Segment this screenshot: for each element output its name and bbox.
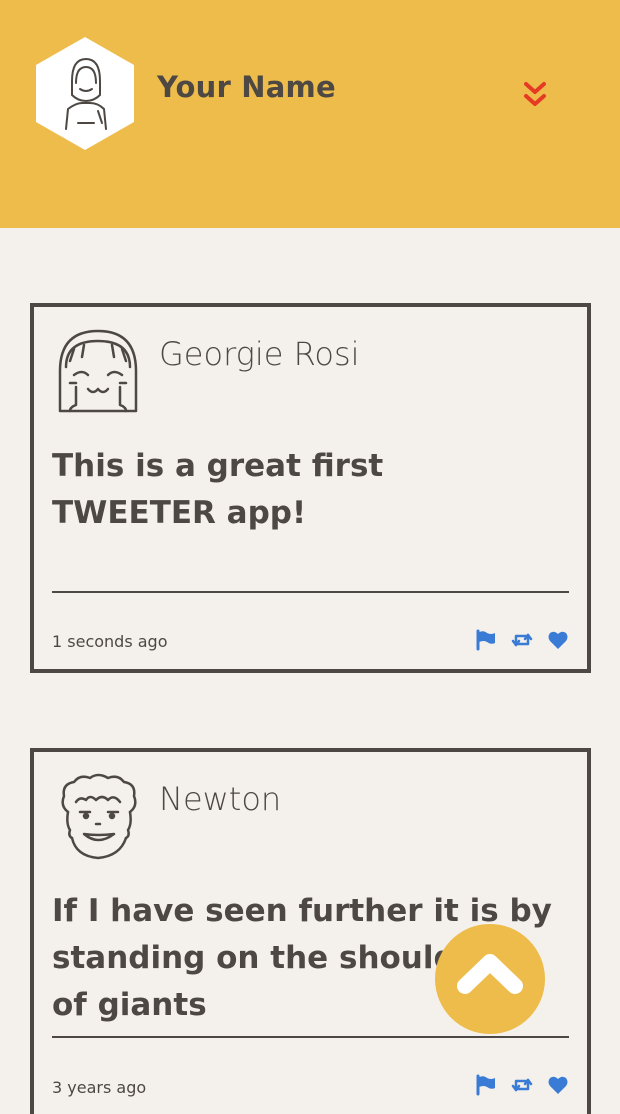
profile-name: Your Name: [157, 70, 336, 104]
girl-avatar-icon: [58, 329, 138, 413]
flag-icon[interactable]: [475, 629, 497, 651]
tweet-card: Georgie Rosi This is a great first TWEET…: [30, 303, 591, 673]
tweet-divider: [52, 1036, 569, 1038]
scroll-to-top-button[interactable]: [435, 924, 545, 1034]
tweet-time: 3 years ago: [52, 1078, 147, 1097]
tweet-divider: [52, 591, 569, 593]
tweet-text: This is a great first TWEETER app!: [52, 448, 384, 531]
tweet-author: Georgie Rosi: [159, 335, 360, 373]
retweet-icon[interactable]: [511, 629, 533, 651]
curly-hair-avatar-icon: [61, 773, 137, 860]
tweet-actions: [475, 1074, 569, 1096]
tweet-actions: [475, 629, 569, 651]
retweet-icon[interactable]: [511, 1074, 533, 1096]
profile-header: Your Name: [0, 0, 620, 228]
tweet-author: Newton: [159, 780, 282, 818]
user-avatar-icon: [36, 37, 134, 150]
flag-icon[interactable]: [475, 1074, 497, 1096]
heart-icon[interactable]: [547, 1074, 569, 1096]
chevron-up-icon: [457, 954, 523, 994]
tweet-time: 1 seconds ago: [52, 632, 168, 651]
double-chevron-down-icon[interactable]: [520, 80, 550, 110]
heart-icon[interactable]: [547, 629, 569, 651]
